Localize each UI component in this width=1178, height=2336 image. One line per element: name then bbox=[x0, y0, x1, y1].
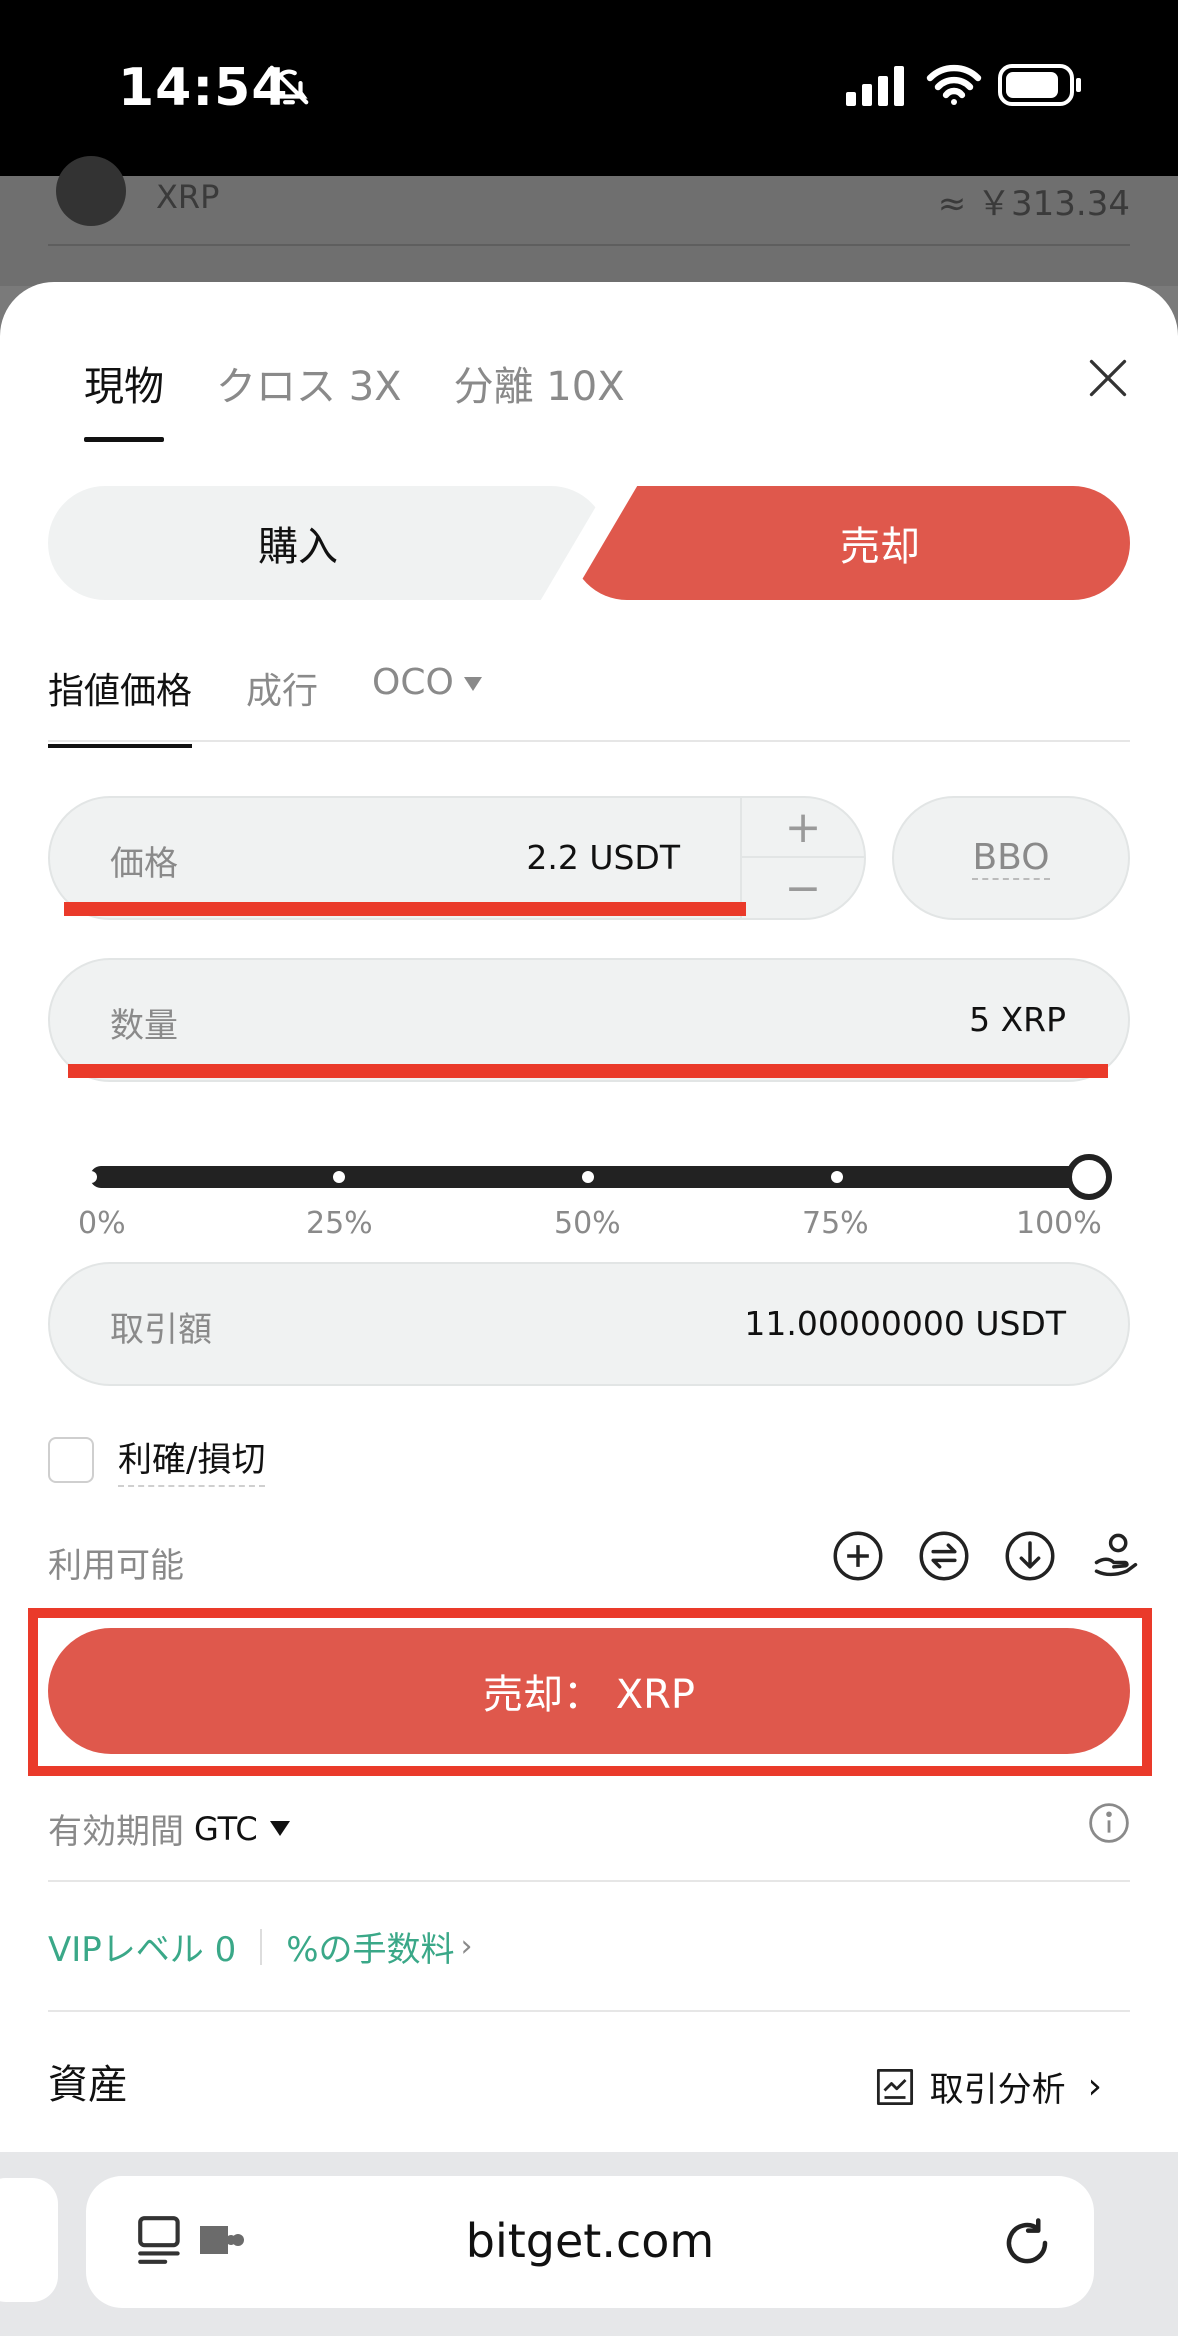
buy-sell-toggle: 購入 売却 bbox=[48, 486, 1130, 600]
bbo-button[interactable]: BBO bbox=[892, 796, 1130, 920]
quantity-value: 5 XRP bbox=[969, 1000, 1066, 1039]
time-in-force[interactable]: 有効期間 GTC bbox=[48, 1804, 290, 1853]
info-icon[interactable] bbox=[1088, 1802, 1130, 1844]
price-value: 2.2 USDT bbox=[526, 838, 680, 877]
background-asset-row: XRP ≈ ￥313.34 bbox=[0, 156, 1178, 286]
previous-tab[interactable] bbox=[0, 2178, 58, 2302]
browser-toolbar: bitget.com bbox=[0, 2152, 1178, 2336]
tab-cross[interactable]: クロス 3X bbox=[216, 354, 402, 442]
fee-info: VIPレベル 0 %の手数料 › bbox=[48, 1922, 473, 1971]
status-time: 14:54 bbox=[118, 58, 289, 118]
percent-slider[interactable]: 0% 25% 50% 75% 100% bbox=[78, 1146, 1112, 1241]
caret-down-icon bbox=[269, 1821, 290, 1836]
url-text: bitget.com bbox=[465, 2214, 715, 2268]
chevron-right-icon: › bbox=[460, 1929, 473, 1964]
separator bbox=[260, 1928, 263, 1965]
slider-stop[interactable] bbox=[333, 1171, 345, 1183]
price-increase-button[interactable]: + bbox=[742, 798, 864, 858]
chart-icon bbox=[876, 2068, 913, 2105]
tab-spot[interactable]: 現物 bbox=[84, 354, 164, 442]
transfer-icon[interactable] bbox=[918, 1530, 970, 1582]
buy-button[interactable]: 購入 bbox=[48, 486, 608, 600]
margin-mode-tabs: 現物 クロス 3X 分離 10X bbox=[84, 354, 625, 442]
tpsl-option[interactable]: 利確/損切 bbox=[48, 1432, 266, 1487]
trade-analysis-link[interactable]: 取引分析 › bbox=[874, 2062, 1102, 2111]
total-amount-input[interactable]: 取引額 11.00000000 USDT bbox=[48, 1262, 1130, 1386]
price-stepper: + − bbox=[740, 798, 864, 918]
slider-tick-label: 25% bbox=[306, 1206, 373, 1241]
reload-icon[interactable] bbox=[1000, 2216, 1054, 2270]
time-in-force-label: 有効期間 bbox=[48, 1812, 184, 1852]
asset-value: ≈ ￥313.34 bbox=[937, 184, 1130, 224]
divider bbox=[48, 2010, 1130, 2012]
price-label: 価格 bbox=[110, 844, 178, 884]
assets-title: 資産 bbox=[48, 2062, 128, 2108]
wifi-icon bbox=[926, 64, 982, 105]
status-bar: 14:54 bbox=[0, 0, 1178, 176]
slider-stop[interactable] bbox=[582, 1171, 594, 1183]
divider bbox=[48, 1880, 1130, 1882]
coin-avatar bbox=[56, 156, 126, 226]
asset-symbol: XRP bbox=[156, 178, 220, 216]
slider-tick-label: 50% bbox=[554, 1206, 621, 1241]
tpsl-checkbox[interactable] bbox=[48, 1436, 94, 1483]
quantity-label: 数量 bbox=[110, 1006, 178, 1046]
coins-hand-icon[interactable] bbox=[1090, 1530, 1142, 1582]
signal-icon bbox=[846, 66, 904, 106]
time-in-force-value: GTC bbox=[194, 1809, 258, 1848]
chevron-right-icon: › bbox=[1087, 2066, 1102, 2107]
download-circle-icon[interactable] bbox=[1004, 1530, 1056, 1582]
trade-analysis-label: 取引分析 bbox=[929, 2070, 1066, 2110]
bell-slash-icon bbox=[269, 65, 309, 105]
slider-tick-label: 75% bbox=[802, 1206, 869, 1241]
slider-stop[interactable] bbox=[831, 1171, 843, 1183]
order-type-tabs: 指値価格 成行 OCO bbox=[48, 662, 1130, 748]
tab-oco[interactable]: OCO bbox=[372, 662, 482, 735]
highlight-underline bbox=[64, 902, 746, 916]
fee-rate-link[interactable]: %の手数料 bbox=[286, 1922, 454, 1971]
slider-tick-label: 0% bbox=[78, 1206, 126, 1241]
price-decrease-button[interactable]: − bbox=[742, 858, 864, 918]
slider-handle[interactable] bbox=[1066, 1154, 1112, 1200]
plus-circle-icon[interactable] bbox=[832, 1530, 884, 1582]
tab-oco-label: OCO bbox=[372, 662, 454, 703]
tab-isolated[interactable]: 分離 10X bbox=[454, 354, 625, 442]
tab-limit[interactable]: 指値価格 bbox=[48, 662, 193, 748]
battery-icon bbox=[998, 64, 1081, 106]
bbo-label: BBO bbox=[972, 836, 1050, 880]
caret-down-icon bbox=[463, 677, 482, 691]
tpsl-label: 利確/損切 bbox=[118, 1432, 266, 1487]
slider-stop[interactable] bbox=[85, 1171, 97, 1183]
available-label: 利用可能 bbox=[48, 1546, 184, 1586]
highlight-underline bbox=[68, 1064, 1108, 1078]
slider-tick-label: 100% bbox=[1016, 1206, 1102, 1241]
submit-sell-button[interactable]: 売却： XRP bbox=[48, 1628, 1130, 1754]
tab-market[interactable]: 成行 bbox=[246, 662, 318, 746]
divider bbox=[48, 244, 1130, 246]
amount-label: 取引額 bbox=[110, 1310, 212, 1350]
close-icon[interactable] bbox=[1086, 356, 1130, 400]
vip-level-link[interactable]: VIPレベル 0 bbox=[48, 1922, 236, 1971]
amount-value: 11.00000000 USDT bbox=[744, 1304, 1066, 1343]
address-bar[interactable]: bitget.com bbox=[86, 2176, 1094, 2308]
balance-actions bbox=[832, 1530, 1142, 1582]
sell-button[interactable]: 売却 bbox=[570, 486, 1130, 600]
trade-sheet: 現物 クロス 3X 分離 10X 購入 売却 指値価格 成行 OCO 価格 2.… bbox=[0, 282, 1178, 2152]
